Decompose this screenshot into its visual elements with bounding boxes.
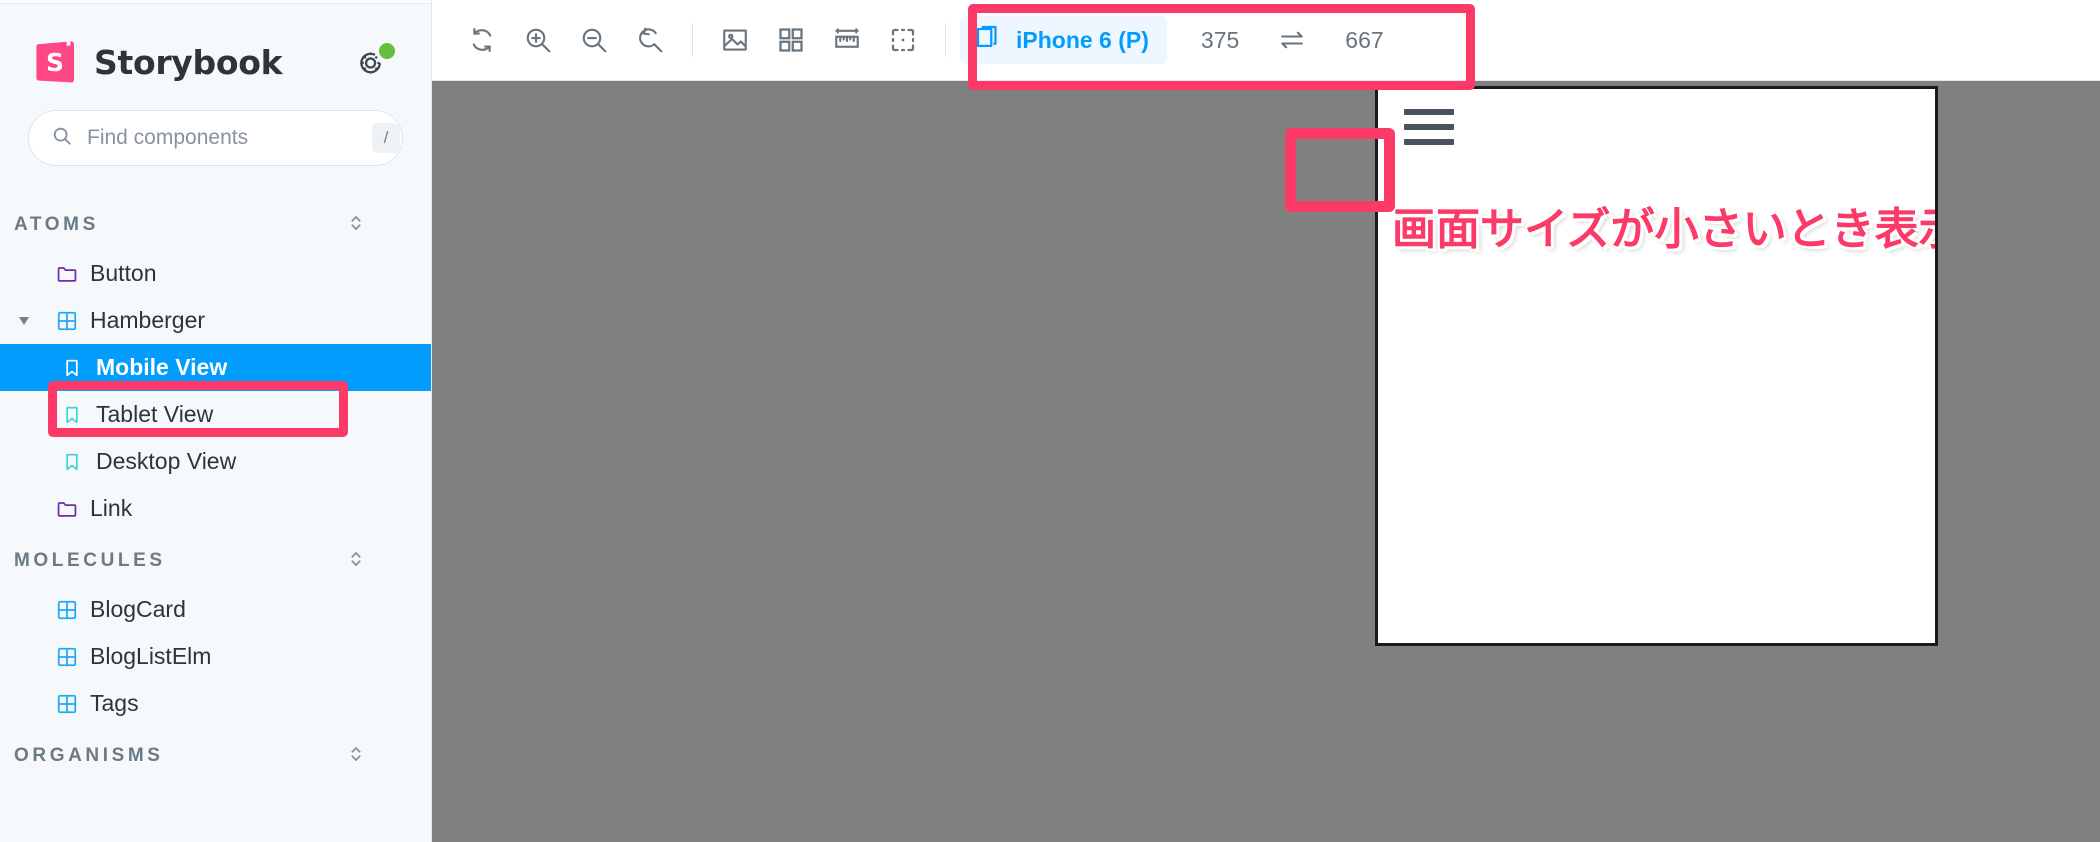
toolbar-divider [692, 23, 693, 57]
zoom-reset-button[interactable] [622, 12, 678, 68]
hamburger-bar-2 [1404, 124, 1454, 130]
viewport-height-value: 667 [1345, 26, 1384, 53]
backgrounds-button[interactable] [707, 12, 763, 68]
sidebar: S Storybook Find components / ATOMS Butt… [0, 0, 432, 842]
tree-item-label: Link [90, 495, 133, 521]
viewport-rotate-button[interactable] [1269, 17, 1315, 63]
search-icon [51, 125, 73, 152]
tree-item-label: Hamberger [90, 307, 206, 333]
search-box[interactable]: / [28, 110, 403, 166]
tree-item-label: Mobile View [96, 354, 228, 380]
measure-button[interactable] [819, 12, 875, 68]
status-indicator-dot [379, 43, 395, 59]
tree-item-label: Desktop View [96, 448, 237, 474]
hamburger-menu-icon[interactable] [1396, 101, 1462, 153]
viewport-selector[interactable]: iPhone 6 (P) [960, 16, 1167, 64]
tree-item-link[interactable]: Link [0, 485, 431, 532]
hamburger-bar-3 [1404, 139, 1454, 145]
annotation-note-text: 画面サイズが小さいとき表示 [1392, 204, 1938, 255]
component-icon [56, 310, 78, 332]
grid-button[interactable] [763, 12, 819, 68]
tree-item-blogcard[interactable]: BlogCard [0, 586, 431, 633]
tree-item-label: Tablet View [96, 401, 214, 427]
tree-item-label: BlogListElm [90, 643, 212, 669]
tree-section-organisms[interactable]: ORGANISMS [0, 727, 431, 781]
tree-item-mobile-view[interactable]: Mobile View [0, 344, 431, 391]
search-input[interactable] [87, 126, 358, 150]
chevron-updown-icon[interactable] [345, 548, 371, 574]
storybook-logo-icon: S [36, 40, 76, 84]
tree-section-atoms[interactable]: ATOMS [0, 196, 431, 250]
preview-toolbar: iPhone 6 (P) 375 667 [432, 0, 2100, 81]
preview-canvas: 画面サイズが小さいとき表示 [432, 81, 2100, 842]
sidebar-status-button[interactable] [355, 42, 395, 82]
zoom-in-button[interactable] [510, 12, 566, 68]
outline-button[interactable] [875, 12, 931, 68]
tree-item-hamberger[interactable]: Hamberger [0, 297, 431, 344]
tree-item-button[interactable]: Button [0, 250, 431, 297]
hamburger-bar-1 [1404, 109, 1454, 115]
tree-section-label: ORGANISMS [14, 745, 164, 766]
zoom-out-button[interactable] [566, 12, 622, 68]
story-preview-frame: 画面サイズが小さいとき表示 [1375, 86, 1938, 646]
sidebar-header: S Storybook [0, 4, 431, 84]
svg-text:S: S [46, 48, 64, 77]
tree-section-molecules[interactable]: MOLECULES [0, 532, 431, 586]
viewport-width-value: 375 [1200, 26, 1240, 53]
tree-item-desktop-view[interactable]: Desktop View [0, 438, 431, 485]
chevron-down-icon[interactable] [19, 316, 44, 326]
search-shortcut-key: / [372, 123, 400, 153]
component-icon [56, 646, 78, 668]
toolbar-divider-2 [945, 23, 946, 57]
tree-item-label: Button [90, 260, 157, 286]
viewport-icon [974, 23, 1002, 57]
component-icon [56, 599, 78, 621]
tree-item-bloglistelm[interactable]: BlogListElm [0, 633, 431, 680]
tree-item-tags[interactable]: Tags [0, 680, 431, 727]
tree-item-label: BlogCard [90, 596, 186, 622]
component-tree: ATOMS Button Hamberger Mobile View Tablet Vi… [0, 166, 431, 781]
search-container: / [0, 84, 431, 166]
remount-button[interactable] [454, 12, 510, 68]
tree-section-label: MOLECULES [14, 550, 166, 571]
chevron-updown-icon[interactable] [345, 212, 371, 238]
component-icon [56, 693, 78, 715]
tree-item-tablet-view[interactable]: Tablet View [0, 391, 431, 438]
tree-item-label: Tags [90, 690, 139, 716]
folder-icon [56, 498, 78, 520]
storybook-window: S Storybook Find components / ATOMS Butt… [0, 0, 2100, 842]
viewport-label: iPhone 6 (P) [1016, 26, 1149, 53]
main-panel: iPhone 6 (P) 375 667 画面サイズが小さいとき表示 [432, 0, 2100, 842]
story-icon [62, 357, 84, 379]
folder-icon [56, 263, 78, 285]
brand-title: Storybook [94, 42, 283, 82]
story-icon [62, 451, 84, 473]
story-icon [62, 404, 84, 426]
brand[interactable]: S Storybook [36, 40, 283, 84]
chevron-updown-icon[interactable] [345, 743, 371, 769]
tree-section-label: ATOMS [14, 214, 99, 235]
